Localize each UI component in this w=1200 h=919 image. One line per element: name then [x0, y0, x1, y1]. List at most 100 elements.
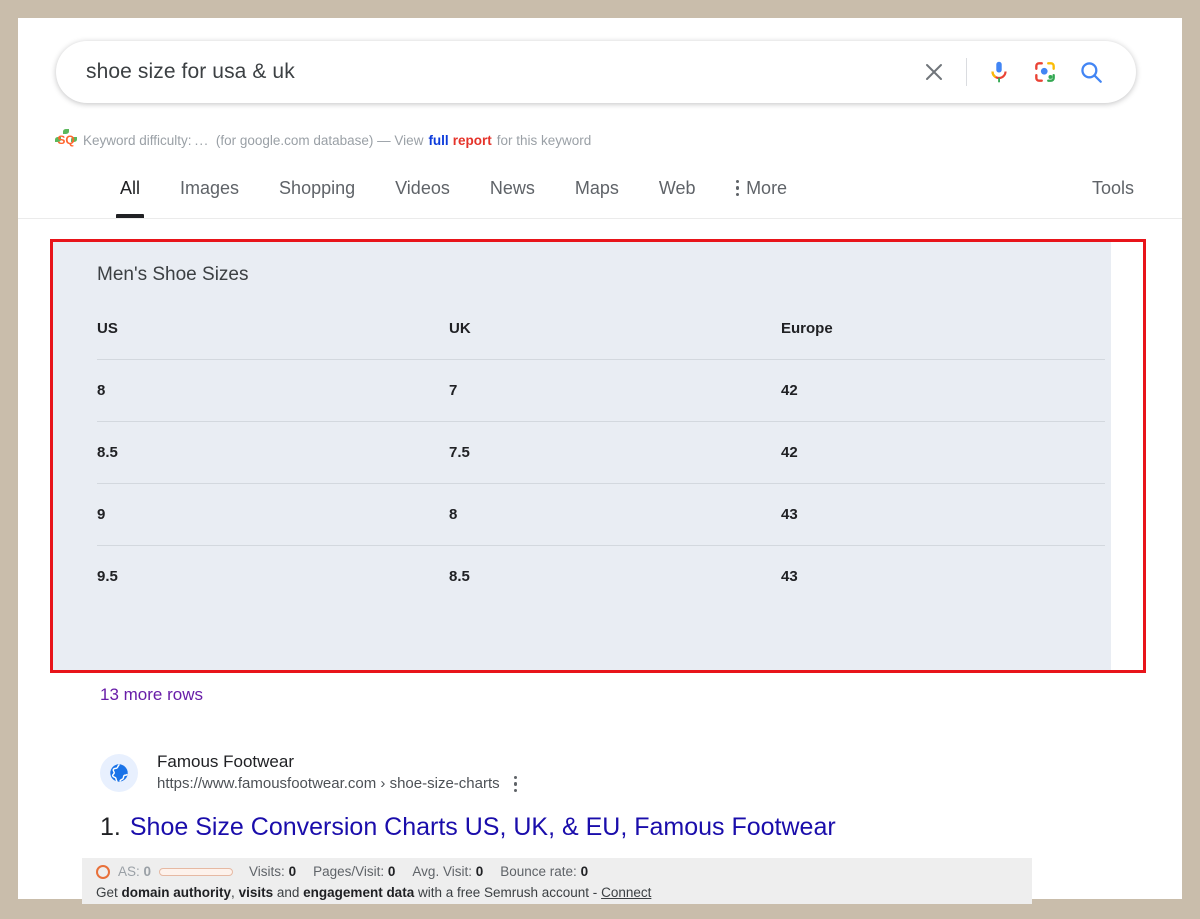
cell-us: 8.5 — [97, 421, 449, 484]
tab-label: News — [489, 177, 535, 198]
metric-value: 0 — [288, 864, 297, 879]
result-url-row: https://www.famousfootwear.com › shoe-si… — [157, 773, 518, 794]
search-tabs-bar: All Images Shopping Videos News Maps Web… — [18, 164, 1182, 220]
search-result: Famous Footwear https://www.famousfootwe… — [100, 751, 1100, 844]
connect-link[interactable]: Connect — [601, 885, 651, 900]
cell-us: 8 — [97, 359, 449, 422]
table-row: 8 7 42 — [97, 359, 1105, 422]
keyword-difficulty-suffix: for this keyword — [496, 132, 592, 148]
keyword-difficulty-bar: SQ Keyword difficulty: ... (for google.c… — [55, 129, 592, 150]
search-tabs: All Images Shopping Videos News Maps Web… — [100, 164, 808, 219]
tab-label: Images — [180, 177, 240, 198]
search-bar[interactable]: shoe size for usa & uk — [56, 41, 1136, 103]
metric-bounce-rate: Bounce rate: 0 — [500, 864, 588, 879]
cell-europe: 42 — [781, 359, 1105, 422]
tab-label: More — [746, 177, 788, 198]
semrush-cta-row: Get domain authority, visits and engagem… — [96, 885, 1032, 900]
microphone-icon[interactable] — [976, 49, 1022, 95]
metric-label: Pages/Visit: — [313, 864, 385, 879]
result-url: https://www.famousfootwear.com › shoe-si… — [157, 775, 500, 793]
shoe-size-table-panel: Men's Shoe Sizes US UK Europe 8 7 42 8.5… — [53, 242, 1111, 670]
shoe-size-table: US UK Europe 8 7 42 8.5 7.5 42 9 8 43 9.… — [97, 320, 1105, 607]
result-site-name: Famous Footwear — [157, 752, 294, 771]
table-row: 9.5 8.5 43 — [97, 545, 1105, 607]
table-row: 9 8 43 — [97, 483, 1105, 546]
tab-label: Web — [658, 177, 696, 198]
cell-uk: 8 — [449, 483, 781, 546]
full-report-link-part1[interactable]: full — [428, 133, 448, 148]
metric-label: Bounce rate: — [500, 864, 577, 879]
tab-videos[interactable]: Videos — [375, 164, 470, 212]
column-header-europe: Europe — [781, 320, 833, 337]
cell-europe: 43 — [781, 483, 1105, 546]
column-header-us: US — [97, 320, 118, 337]
authority-score-progress — [159, 867, 234, 876]
tab-shopping[interactable]: Shopping — [259, 164, 375, 212]
full-report-link-part2[interactable]: report — [453, 133, 492, 148]
metric-value: 0 — [387, 864, 396, 879]
panel-title: Men's Shoe Sizes — [97, 264, 249, 285]
column-header-uk: UK — [449, 320, 471, 337]
metric-visits: Visits: 0 — [249, 864, 296, 879]
metric-value: 0 — [475, 864, 484, 879]
cell-europe: 42 — [781, 421, 1105, 484]
table-row: 8.5 7.5 42 — [97, 421, 1105, 484]
highlight-annotation-box: Men's Shoe Sizes US UK Europe 8 7 42 8.5… — [50, 239, 1146, 673]
result-rank: 1. — [100, 813, 121, 842]
search-icon[interactable] — [1068, 49, 1114, 95]
cta-bold-engagement-data: engagement data — [303, 885, 415, 900]
tab-images[interactable]: Images — [160, 164, 259, 212]
metric-label: Avg. Visit: — [412, 864, 472, 879]
tab-all[interactable]: All — [100, 164, 160, 219]
cell-uk: 7 — [449, 359, 781, 422]
search-bar-container: shoe size for usa & uk — [56, 41, 1136, 103]
divider — [18, 218, 1182, 219]
result-title-row: 1. Shoe Size Conversion Charts US, UK, &… — [100, 812, 1100, 843]
search-results-page: shoe size for usa & uk SQ Keyword diffic… — [18, 18, 1182, 904]
kebab-menu-icon[interactable] — [513, 775, 518, 793]
cta-suffix: with a free Semrush account - — [417, 885, 598, 900]
result-title-link[interactable]: Shoe Size Conversion Charts US, UK, & EU… — [130, 812, 836, 843]
cell-uk: 7.5 — [449, 421, 781, 484]
authority-score-icon — [96, 864, 110, 879]
keyword-difficulty-label: Keyword difficulty: — [83, 132, 192, 148]
table-header-row: US UK Europe — [97, 320, 1105, 360]
keyword-difficulty-database: (for google.com database) — View — [215, 132, 424, 148]
more-rows-link[interactable]: 13 more rows — [100, 685, 203, 705]
tab-maps[interactable]: Maps — [555, 164, 639, 212]
metric-label: Visits: — [249, 864, 285, 879]
cta-separator: , — [231, 885, 235, 900]
cta-bold-visits: visits — [238, 885, 274, 900]
keyword-difficulty-value: ... — [194, 132, 209, 148]
tab-label: Shopping — [279, 177, 356, 198]
tools-button[interactable]: Tools — [1092, 164, 1134, 212]
metric-value: 0 — [580, 864, 589, 879]
tools-label: Tools — [1091, 177, 1134, 198]
tab-more[interactable]: More — [716, 164, 808, 212]
cell-uk: 8.5 — [449, 545, 781, 607]
cta-prefix: Get — [96, 885, 118, 900]
tab-news[interactable]: News — [470, 164, 555, 212]
tab-label: Maps — [574, 177, 619, 198]
cta-conjunction: and — [276, 885, 300, 900]
cta-bold-domain-authority: domain authority — [121, 885, 232, 900]
authority-score-value: 0 — [143, 864, 152, 879]
metric-pages-per-visit: Pages/Visit: 0 — [313, 864, 395, 879]
divider — [966, 58, 967, 86]
result-header: Famous Footwear https://www.famousfootwe… — [100, 751, 1100, 794]
tab-web[interactable]: Web — [639, 164, 716, 212]
cell-us: 9.5 — [97, 545, 449, 607]
authority-score: AS: 0 — [118, 864, 151, 879]
semrush-metrics-bar: AS: 0 Visits: 0 Pages/Visit: 0 Avg. Visi… — [82, 858, 1032, 904]
metric-avg-visit: Avg. Visit: 0 — [412, 864, 483, 879]
tab-label: Videos — [395, 177, 450, 198]
search-bar-actions — [911, 41, 1136, 103]
cell-us: 9 — [97, 483, 449, 546]
cell-europe: 43 — [781, 545, 1105, 607]
google-lens-icon[interactable] — [1022, 49, 1068, 95]
search-input[interactable]: shoe size for usa & uk — [86, 60, 911, 84]
result-meta: Famous Footwear https://www.famousfootwe… — [157, 751, 518, 794]
authority-score-label: AS: — [118, 864, 140, 879]
semrush-metrics-row: AS: 0 Visits: 0 Pages/Visit: 0 Avg. Visi… — [96, 864, 1032, 879]
close-icon[interactable] — [911, 49, 957, 95]
